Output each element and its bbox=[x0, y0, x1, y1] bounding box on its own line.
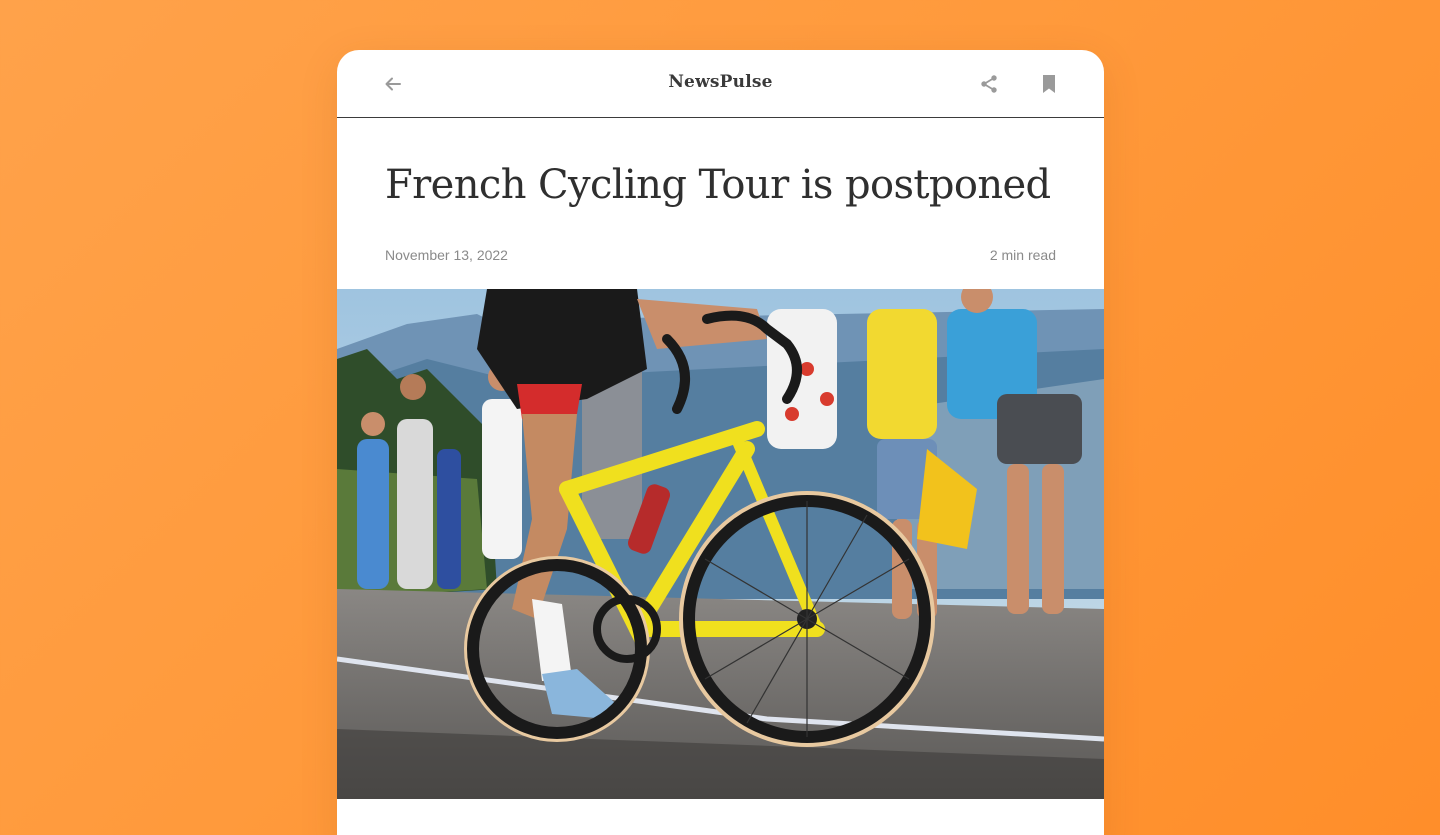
top-app-bar: NewsPulse bbox=[337, 50, 1104, 118]
read-time: 2 min read bbox=[989, 247, 1056, 263]
article-date: November 13, 2022 bbox=[385, 247, 508, 263]
bookmark-button[interactable] bbox=[1037, 72, 1061, 96]
share-icon bbox=[981, 75, 997, 93]
bookmark-icon bbox=[1043, 75, 1055, 93]
article-title: French Cycling Tour is postponed bbox=[385, 162, 1051, 208]
article-card: NewsPulse French Cycling Tour is postpon… bbox=[337, 50, 1104, 835]
cyclist-photo bbox=[337, 289, 1104, 799]
share-button[interactable] bbox=[977, 72, 1001, 96]
hero-image bbox=[337, 289, 1104, 799]
